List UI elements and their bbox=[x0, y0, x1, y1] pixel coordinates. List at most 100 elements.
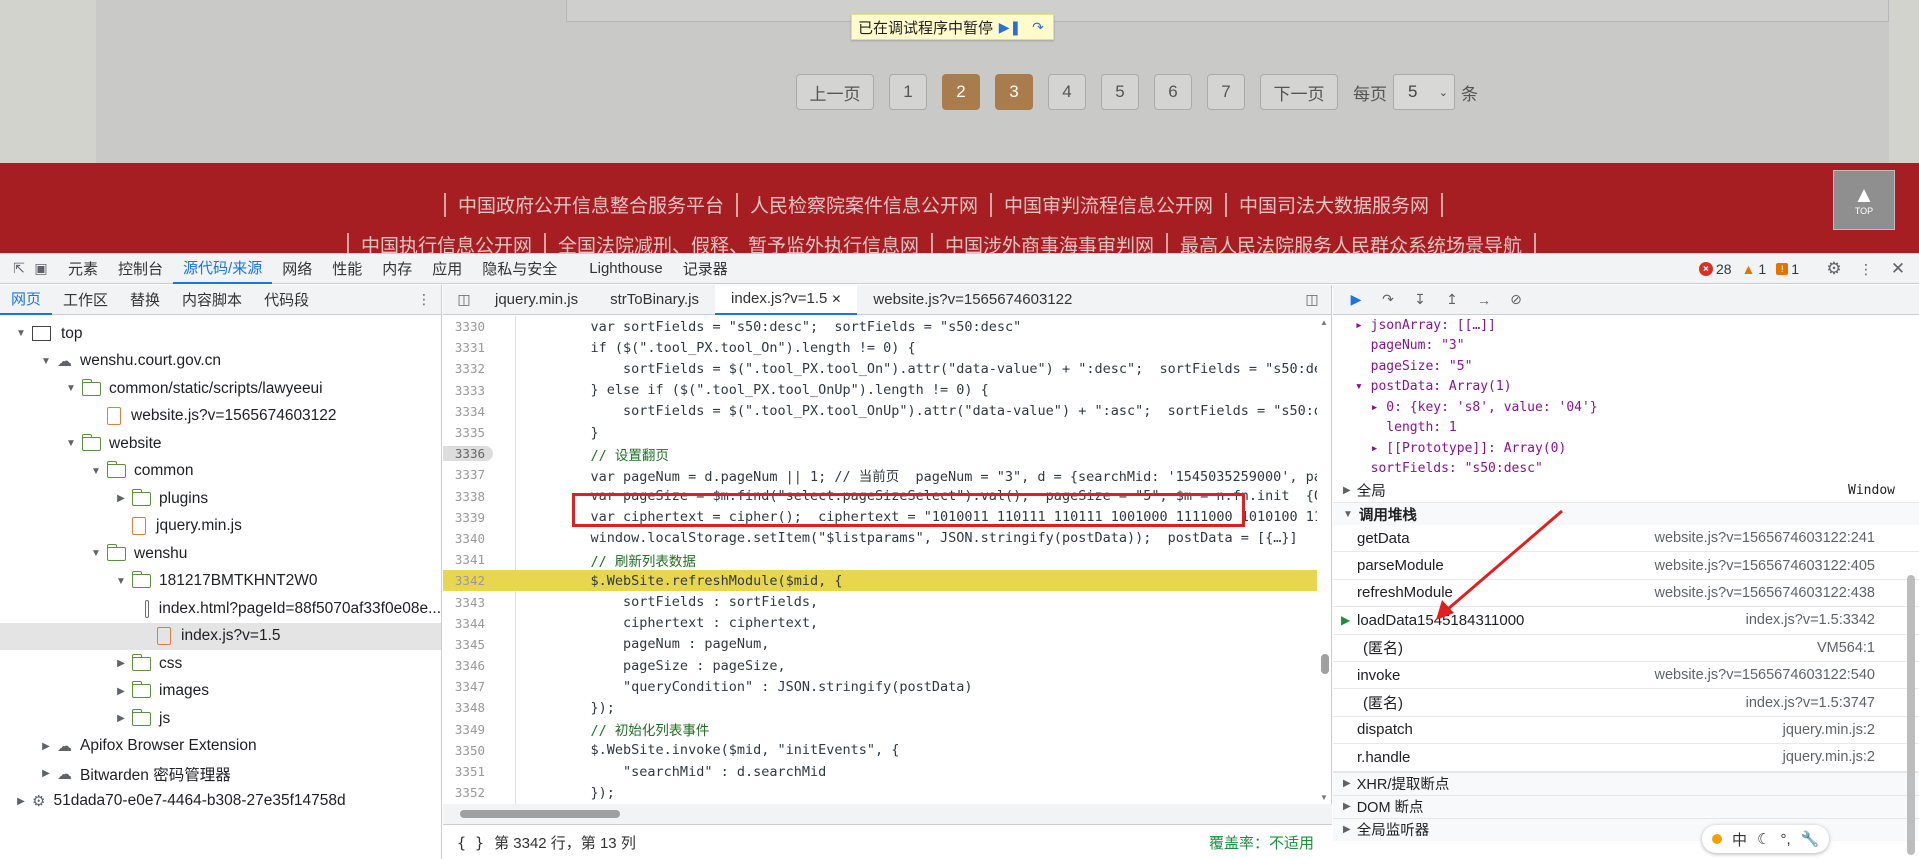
tree-item[interactable]: website.js?v=1565674603122 bbox=[0, 403, 441, 431]
page-button-4[interactable]: 4 bbox=[1048, 74, 1086, 110]
nav-tab-page[interactable]: 网页 bbox=[0, 285, 53, 315]
callstack-frame[interactable]: dispatch jquery.min.js:2 bbox=[1333, 717, 1919, 745]
line-number[interactable]: 3347 bbox=[443, 679, 493, 694]
device-toolbar-icon[interactable]: ▣ bbox=[30, 258, 52, 280]
line-number[interactable]: 3352 bbox=[443, 785, 493, 800]
nav-tab-snippets[interactable]: 代码段 bbox=[253, 285, 320, 315]
line-number[interactable]: 3351 bbox=[443, 764, 493, 779]
tab-memory[interactable]: 内存 bbox=[372, 254, 422, 284]
step-over-icon[interactable]: ↷ bbox=[1027, 17, 1049, 37]
code-line[interactable]: 3334 sortFields = $(".tool_PX.tool_OnUp"… bbox=[443, 401, 1332, 422]
code-line[interactable]: 3343 sortFields : sortFields, bbox=[443, 591, 1332, 612]
dom-breakpoints-header[interactable]: ▶ DOM 断点 bbox=[1333, 794, 1919, 818]
tree-item[interactable]: ▼ common bbox=[0, 458, 441, 486]
tree-item[interactable]: ▼ wenshu bbox=[0, 540, 441, 568]
callstack-location[interactable]: VM564:1 bbox=[1817, 640, 1875, 656]
moon-icon[interactable]: ☾ bbox=[1757, 830, 1770, 848]
inspect-element-icon[interactable]: ⇱ bbox=[8, 258, 30, 280]
scroll-thumb[interactable] bbox=[1321, 654, 1329, 674]
line-number[interactable]: 3340 bbox=[443, 531, 493, 546]
tree-item[interactable]: ▼ top bbox=[0, 320, 441, 348]
error-count[interactable]: × 28 bbox=[1698, 261, 1732, 277]
callstack-frame[interactable]: invoke website.js?v=1565674603122:540 bbox=[1333, 662, 1919, 690]
editor-tab[interactable]: website.js?v=1565674603122 bbox=[857, 285, 1088, 315]
footer-link[interactable]: 人民检察院案件信息公开网 bbox=[750, 191, 978, 218]
next-page-button[interactable]: 下一页 bbox=[1260, 74, 1338, 110]
code-line[interactable]: 3349 // 初始化列表事件 bbox=[443, 719, 1332, 740]
close-devtools-icon[interactable]: ✕ bbox=[1887, 258, 1909, 280]
scope-variable[interactable]: pageSize: "5" bbox=[1355, 356, 1919, 377]
line-number[interactable]: 3337 bbox=[443, 467, 493, 482]
editor-tab-active[interactable]: index.js?v=1.5 ✕ bbox=[715, 284, 858, 315]
tree-item[interactable]: jquery.min.js bbox=[0, 513, 441, 541]
tree-item[interactable]: ▶ images bbox=[0, 678, 441, 706]
tree-item[interactable]: ▶ ☁ Apifox Browser Extension bbox=[0, 733, 441, 761]
page-button-6[interactable]: 6 bbox=[1154, 74, 1192, 110]
code-line[interactable]: 3335 } bbox=[443, 422, 1332, 443]
callstack-location[interactable]: jquery.min.js:2 bbox=[1783, 749, 1875, 765]
code-line[interactable]: 3339 var ciphertext = cipher(); cipherte… bbox=[443, 507, 1332, 528]
code-line[interactable]: 3352 }); bbox=[443, 782, 1332, 803]
callstack-location[interactable]: website.js?v=1565674603122:540 bbox=[1654, 667, 1875, 683]
line-number[interactable]: 3344 bbox=[443, 616, 493, 631]
step-icon[interactable]: → bbox=[1473, 289, 1495, 311]
line-number[interactable]: 3338 bbox=[443, 489, 493, 504]
code-line[interactable]: 3345 pageNum : pageNum, bbox=[443, 634, 1332, 655]
callstack-frame[interactable]: getData website.js?v=1565674603122:241 bbox=[1333, 525, 1919, 553]
tab-performance[interactable]: 性能 bbox=[322, 254, 372, 284]
debugger-scrollbar[interactable] bbox=[1907, 575, 1915, 855]
callstack-location[interactable]: jquery.min.js:2 bbox=[1783, 722, 1875, 738]
more-icon[interactable]: ⋮ bbox=[413, 289, 435, 311]
line-number[interactable]: 3343 bbox=[443, 595, 493, 610]
tree-item[interactable]: index.js?v=1.5 bbox=[0, 622, 441, 650]
scope-variable[interactable]: sortFields: "s50:desc" bbox=[1355, 459, 1919, 480]
code-line[interactable]: 3336 // 设置翻页 bbox=[443, 443, 1332, 464]
punctuation-icon[interactable]: °, bbox=[1780, 831, 1790, 848]
line-number[interactable]: 3333 bbox=[443, 383, 493, 398]
scope-variable[interactable]: pageNum: "3" bbox=[1355, 336, 1919, 357]
toggle-navigator-icon[interactable]: ◫ bbox=[453, 289, 475, 311]
tab-recorder[interactable]: 记录器 bbox=[673, 254, 738, 284]
line-number[interactable]: 3334 bbox=[443, 404, 493, 419]
code-line[interactable]: 3332 sortFields = $(".tool_PX.tool_On").… bbox=[443, 358, 1332, 379]
line-number[interactable]: 3341 bbox=[443, 552, 493, 567]
scroll-up-icon[interactable]: ▲ bbox=[1320, 318, 1328, 327]
tree-item[interactable]: ▼ website bbox=[0, 430, 441, 458]
code-line[interactable]: 3347 "queryCondition" : JSON.stringify(p… bbox=[443, 676, 1332, 697]
callstack-location[interactable]: website.js?v=1565674603122:405 bbox=[1654, 558, 1875, 574]
line-number[interactable]: 3345 bbox=[443, 637, 493, 652]
line-number[interactable]: 3331 bbox=[443, 340, 493, 355]
page-size-select[interactable]: 5 ⌄ bbox=[1393, 74, 1455, 110]
warning-count[interactable]: ▲ 1 bbox=[1742, 261, 1767, 277]
format-braces-icon[interactable]: { } bbox=[457, 834, 484, 852]
wrench-icon[interactable]: 🔧 bbox=[1801, 830, 1820, 848]
line-number[interactable]: 3349 bbox=[443, 722, 493, 737]
scroll-thumb[interactable] bbox=[460, 810, 620, 818]
callstack-header[interactable]: ▼ 调用堆栈 bbox=[1333, 502, 1919, 525]
tree-item[interactable]: ▶ ☁ Bitwarden 密码管理器 bbox=[0, 760, 441, 788]
tree-item[interactable]: index.html?pageId=88f5070af33f0e08e... bbox=[0, 595, 441, 623]
code-line[interactable]: 3344 ciphertext : ciphertext, bbox=[443, 613, 1332, 634]
tab-console[interactable]: 控制台 bbox=[108, 254, 173, 284]
line-number[interactable]: 3342 bbox=[443, 573, 493, 588]
step-into-icon[interactable]: ↧ bbox=[1409, 289, 1431, 311]
editor-vertical-scrollbar[interactable]: ▲ ▼ bbox=[1317, 316, 1331, 804]
more-options-icon[interactable]: ⋮ bbox=[1855, 258, 1877, 280]
callstack-frame[interactable]: (匿名) VM564:1 bbox=[1333, 635, 1919, 662]
tab-elements[interactable]: 元素 bbox=[58, 254, 108, 284]
editor-tab[interactable]: strToBinary.js bbox=[594, 285, 715, 315]
step-out-icon[interactable]: ↥ bbox=[1441, 289, 1463, 311]
scope-global-row[interactable]: ▶ 全局 Window bbox=[1333, 479, 1919, 502]
ime-language[interactable]: 中 bbox=[1732, 829, 1747, 850]
page-button-3[interactable]: 3 bbox=[995, 74, 1033, 110]
tree-item[interactable]: ▶ js bbox=[0, 705, 441, 733]
tree-item[interactable]: ▶ ⚙ 51dada70-e0e7-4464-b308-27e35f14758d bbox=[0, 788, 441, 816]
footer-link[interactable]: 中国涉外商事海事审判网 bbox=[945, 231, 1154, 253]
scope-variable[interactable]: length: 1 bbox=[1355, 418, 1919, 439]
footer-link[interactable]: 中国政府公开信息整合服务平台 bbox=[458, 191, 724, 218]
toggle-debugger-icon[interactable]: ◫ bbox=[1301, 289, 1323, 311]
page-button-5[interactable]: 5 bbox=[1101, 74, 1139, 110]
tab-lighthouse[interactable]: Lighthouse bbox=[579, 254, 672, 284]
page-button-1[interactable]: 1 bbox=[889, 74, 927, 110]
code-line[interactable]: 3340 window.localStorage.setItem("$listp… bbox=[443, 528, 1332, 549]
